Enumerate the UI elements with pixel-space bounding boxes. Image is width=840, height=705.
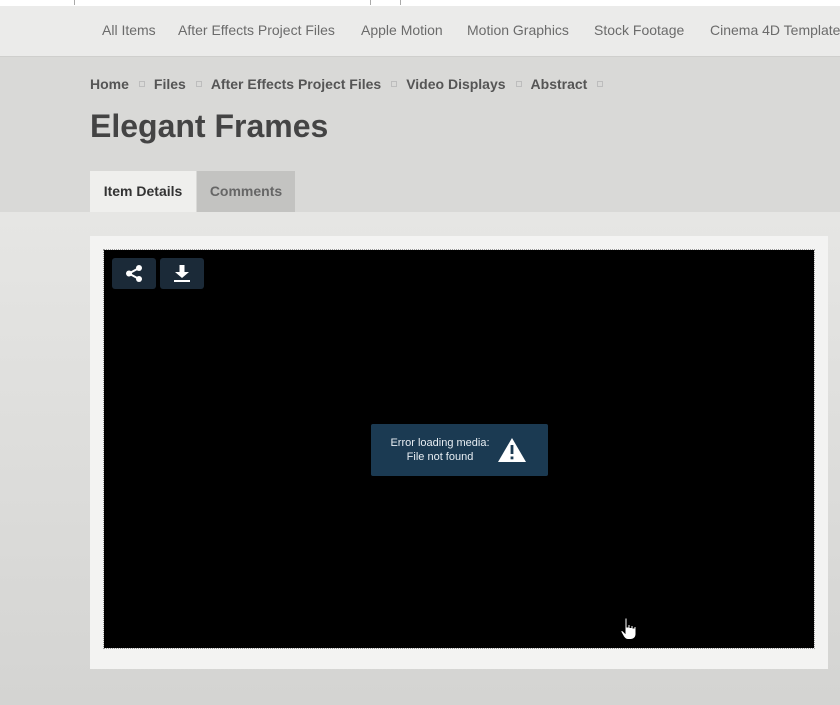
breadcrumb-after-effects[interactable]: After Effects Project Files bbox=[211, 76, 381, 92]
hand-cursor-icon bbox=[620, 617, 637, 640]
nav-item-cinema-4d[interactable]: Cinema 4D Templates bbox=[710, 22, 840, 38]
strip-divider bbox=[400, 0, 401, 5]
breadcrumb-separator bbox=[195, 81, 202, 88]
breadcrumb-separator bbox=[597, 81, 604, 88]
nav-item-motion-graphics[interactable]: Motion Graphics bbox=[467, 22, 569, 38]
media-error-message: Error loading media: File not found bbox=[371, 424, 548, 476]
download-button[interactable] bbox=[160, 258, 204, 289]
breadcrumb-video-displays[interactable]: Video Displays bbox=[406, 76, 505, 92]
breadcrumb: Home Files After Effects Project Files Vide… bbox=[90, 76, 612, 92]
nav-item-all-items[interactable]: All Items bbox=[102, 22, 156, 38]
tab-item-details[interactable]: Item Details bbox=[90, 171, 196, 212]
page-title: Elegant Frames bbox=[90, 108, 329, 144]
breadcrumb-separator bbox=[138, 81, 145, 88]
breadcrumb-separator bbox=[391, 81, 398, 88]
breadcrumb-separator bbox=[515, 81, 522, 88]
strip-divider bbox=[74, 0, 75, 5]
category-nav: All Items After Effects Project Files Ap… bbox=[0, 6, 840, 57]
download-icon bbox=[174, 265, 190, 282]
error-line-2: File not found bbox=[406, 451, 474, 463]
breadcrumb-files[interactable]: Files bbox=[154, 76, 186, 92]
error-text: Error loading media: File not found bbox=[385, 436, 495, 464]
nav-item-after-effects[interactable]: After Effects Project Files bbox=[178, 22, 335, 38]
breadcrumb-abstract[interactable]: Abstract bbox=[531, 76, 588, 92]
breadcrumb-home[interactable]: Home bbox=[90, 76, 129, 92]
error-line-1: Error loading media: bbox=[390, 437, 490, 449]
strip-divider bbox=[370, 0, 371, 5]
nav-item-apple-motion[interactable]: Apple Motion bbox=[361, 22, 443, 38]
tab-comments[interactable]: Comments bbox=[197, 171, 295, 212]
warning-icon bbox=[498, 438, 526, 462]
share-button[interactable] bbox=[112, 258, 156, 289]
share-icon bbox=[126, 265, 142, 282]
nav-item-stock-footage[interactable]: Stock Footage bbox=[594, 22, 684, 38]
